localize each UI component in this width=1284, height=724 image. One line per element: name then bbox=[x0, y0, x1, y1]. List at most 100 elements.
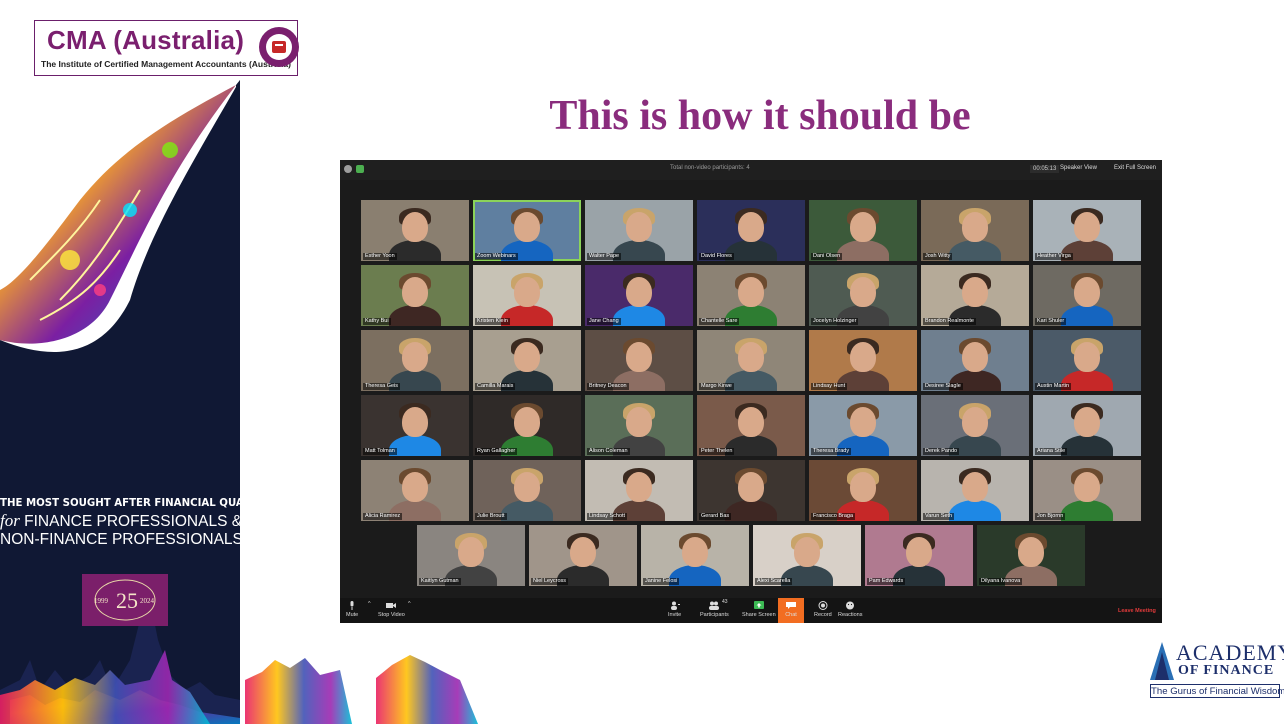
participant-tile[interactable]: Julie Broutt bbox=[473, 460, 581, 521]
chevron-up-icon: ^ bbox=[408, 601, 411, 607]
participant-silhouette-head bbox=[626, 407, 652, 437]
participant-silhouette-head bbox=[570, 537, 596, 567]
info-icon[interactable] bbox=[344, 165, 352, 173]
participant-tile[interactable]: Kathy Bui bbox=[361, 265, 469, 326]
invite-label: Invite bbox=[668, 612, 682, 618]
participant-tile[interactable]: Josh Witty bbox=[921, 200, 1029, 261]
cma-logo-subtitle: The Institute of Certified Management Ac… bbox=[41, 59, 291, 69]
microphone-icon bbox=[350, 601, 354, 610]
participant-tile[interactable]: Desiree Slagle bbox=[921, 330, 1029, 391]
participant-name: Varun Seth bbox=[923, 513, 955, 520]
participant-tile[interactable]: Gerard Bas bbox=[697, 460, 805, 521]
participant-tile[interactable]: Britney Deacon bbox=[585, 330, 693, 391]
participant-silhouette-head bbox=[962, 212, 988, 242]
participant-silhouette-head bbox=[1074, 472, 1100, 502]
participant-name: Niel Leycross bbox=[531, 578, 569, 585]
participant-tile[interactable]: Jon Bjornn bbox=[1033, 460, 1141, 521]
stop-video-button[interactable]: Stop Video bbox=[378, 601, 405, 618]
participant-silhouette-body bbox=[613, 305, 665, 326]
participant-silhouette-body bbox=[725, 500, 777, 521]
participant-tile[interactable]: Alison Coleman bbox=[585, 395, 693, 456]
participant-name: Dani Olsen bbox=[811, 253, 843, 260]
certified-seal-icon bbox=[259, 27, 299, 67]
chevron-up-icon: ^ bbox=[368, 601, 371, 607]
participant-tile[interactable]: Lindsay Hunt bbox=[809, 330, 917, 391]
participant-silhouette-head bbox=[402, 472, 428, 502]
participant-tile[interactable]: Janine Felosi bbox=[641, 525, 749, 586]
participant-silhouette-head bbox=[738, 277, 764, 307]
lock-icon[interactable] bbox=[356, 165, 364, 173]
participant-tile[interactable]: Heather Virga bbox=[1033, 200, 1141, 261]
invite-button[interactable]: Invite bbox=[668, 601, 681, 618]
academy-subtitle: OF FINANCE bbox=[1178, 663, 1275, 678]
participant-silhouette-head bbox=[626, 472, 652, 502]
participant-tile[interactable]: Dilyana Ivanova bbox=[977, 525, 1085, 586]
participant-silhouette-body bbox=[1061, 500, 1113, 521]
participant-tile[interactable]: Lindsay Schott bbox=[585, 460, 693, 521]
participant-name: David Flores bbox=[699, 253, 734, 260]
participant-tile[interactable]: Esther Yoon bbox=[361, 200, 469, 261]
participant-tile[interactable]: Kari Shuler bbox=[1033, 265, 1141, 326]
participant-name: Theresa Brady bbox=[811, 448, 852, 455]
reactions-button[interactable]: Reactions bbox=[838, 601, 862, 618]
participant-silhouette-head bbox=[1018, 537, 1044, 567]
participant-silhouette-head bbox=[1074, 342, 1100, 372]
video-options-caret[interactable]: ^ bbox=[408, 601, 411, 607]
participant-tile[interactable]: Camilla Marais bbox=[473, 330, 581, 391]
participant-tile[interactable]: Margo Kirwe bbox=[697, 330, 805, 391]
participant-tile[interactable]: Niel Leycross bbox=[529, 525, 637, 586]
participant-silhouette-head bbox=[402, 342, 428, 372]
participant-tile[interactable]: Chantelle Sare bbox=[697, 265, 805, 326]
participant-tile[interactable]: Varun Seth bbox=[921, 460, 1029, 521]
participant-tile[interactable]: Kaitlyn Gutman bbox=[417, 525, 525, 586]
participant-silhouette-head bbox=[850, 277, 876, 307]
participant-name: Josh Witty bbox=[923, 253, 953, 260]
meeting-timer: 00:05:13 bbox=[1030, 165, 1060, 173]
participant-tile[interactable]: Kristen Klein bbox=[473, 265, 581, 326]
participant-tile[interactable]: Peter Thelen bbox=[697, 395, 805, 456]
participant-tile[interactable]: Ariana Stile bbox=[1033, 395, 1141, 456]
participant-tile[interactable]: Jocelyn Holzinger bbox=[809, 265, 917, 326]
speaker-view-button[interactable]: Speaker View bbox=[1060, 165, 1097, 171]
zoom-toolbar: Mute ^ Stop Video ^ Invite Participants … bbox=[340, 598, 1162, 623]
participants-label: Participants bbox=[700, 612, 729, 618]
participant-tile[interactable]: Matt Tolman bbox=[361, 395, 469, 456]
participant-tile[interactable]: David Flores bbox=[697, 200, 805, 261]
participant-tile[interactable]: Theresa Geis bbox=[361, 330, 469, 391]
participant-silhouette-body bbox=[1061, 305, 1113, 326]
participant-name: Kari Shuler bbox=[1035, 318, 1067, 325]
participant-name: Heather Virga bbox=[1035, 253, 1073, 260]
mute-button[interactable]: Mute bbox=[346, 601, 358, 618]
chat-button[interactable]: Chat bbox=[778, 598, 804, 623]
participant-tile[interactable]: Pam Edwards bbox=[865, 525, 973, 586]
leave-meeting-button[interactable]: Leave Meeting bbox=[1118, 608, 1156, 614]
participant-tile[interactable]: Ryan Gallagher bbox=[473, 395, 581, 456]
participant-tile[interactable]: Austin Martin bbox=[1033, 330, 1141, 391]
participant-tile[interactable]: Theresa Brady bbox=[809, 395, 917, 456]
city-skyline-artwork bbox=[0, 650, 478, 724]
participant-name: Alicia Ramirez bbox=[363, 513, 403, 520]
participant-name: Kathy Bui bbox=[363, 318, 391, 325]
record-button[interactable]: Record bbox=[814, 601, 832, 618]
participant-name: Kaitlyn Gutman bbox=[419, 578, 461, 585]
record-label: Record bbox=[814, 612, 832, 618]
participant-tile[interactable]: Zoom Webinars bbox=[473, 200, 581, 261]
participant-tile[interactable]: Alicia Ramirez bbox=[361, 460, 469, 521]
exit-full-screen-button[interactable]: Exit Full Screen bbox=[1114, 165, 1156, 171]
participant-name: Kristen Klein bbox=[475, 318, 510, 325]
participant-tile[interactable]: Alexi Scarella bbox=[753, 525, 861, 586]
participant-name: Pam Edwards bbox=[867, 578, 906, 585]
participant-tile[interactable]: Walter Pape bbox=[585, 200, 693, 261]
participant-tile[interactable]: Jane Chang bbox=[585, 265, 693, 326]
tagline-line2: for FINANCE PROFESSIONALS & bbox=[0, 511, 242, 531]
page-title: This is how it should be bbox=[549, 93, 971, 139]
mute-options-caret[interactable]: ^ bbox=[368, 601, 371, 607]
share-screen-button[interactable]: Share Screen bbox=[742, 601, 776, 618]
participant-silhouette-head bbox=[850, 472, 876, 502]
participant-silhouette-head bbox=[738, 407, 764, 437]
participant-tile[interactable]: Brandon Realmonte bbox=[921, 265, 1029, 326]
participant-silhouette-head bbox=[850, 407, 876, 437]
participant-tile[interactable]: Derek Pando bbox=[921, 395, 1029, 456]
participant-tile[interactable]: Francisco Braga bbox=[809, 460, 917, 521]
participant-tile[interactable]: Dani Olsen bbox=[809, 200, 917, 261]
